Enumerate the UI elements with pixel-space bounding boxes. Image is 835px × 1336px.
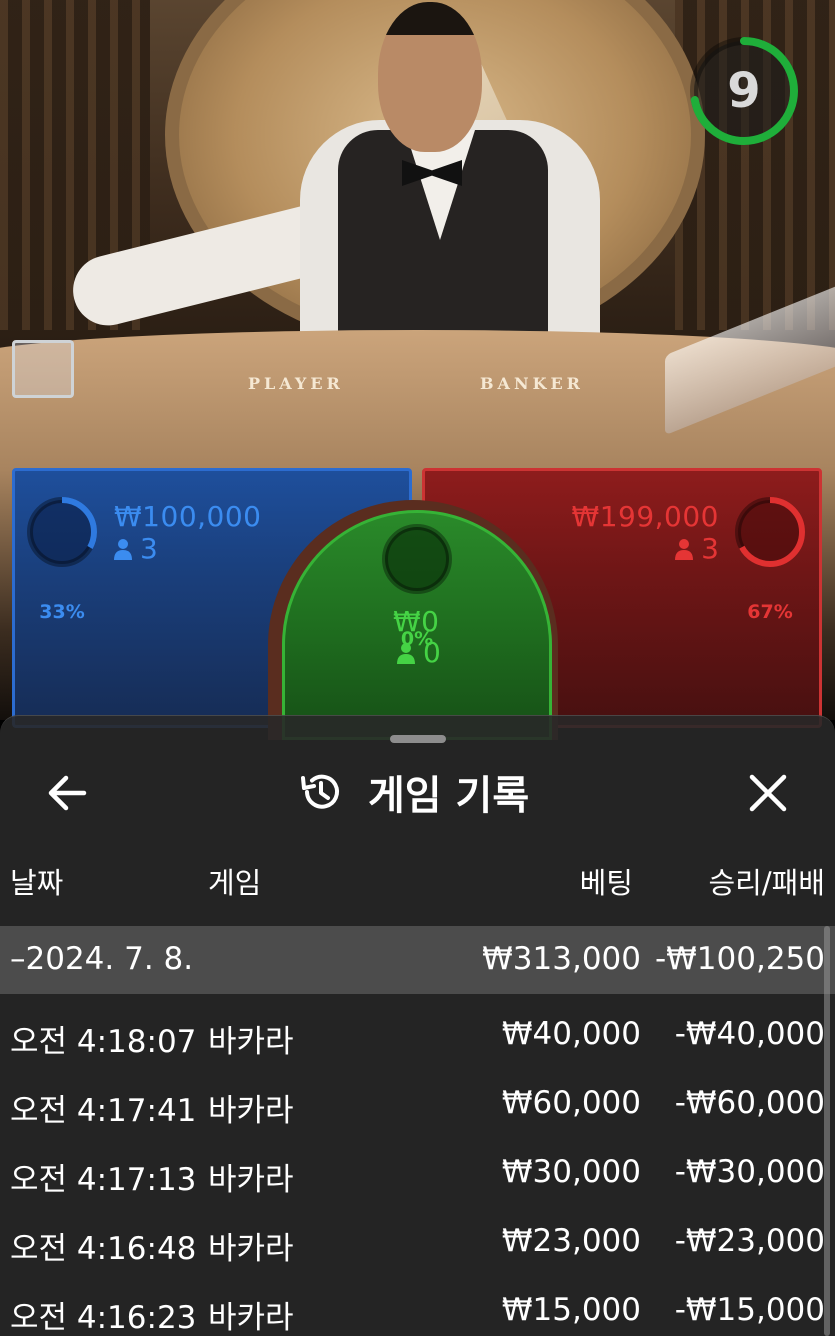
- date-group-win-loss-total: -₩100,250: [654, 941, 825, 977]
- banker-bet-amount: ₩199,000: [571, 500, 719, 533]
- row-game: 바카라: [208, 1300, 294, 1336]
- banker-bettor-count: 3: [675, 532, 719, 565]
- row-time: 오전 4:16:48: [10, 1231, 197, 1267]
- column-header-date: 날짜: [10, 866, 64, 900]
- row-time: 오전 4:17:41: [10, 1093, 197, 1129]
- banker-ring-icon: [735, 497, 805, 567]
- tie-percent-ring: 0%: [379, 521, 455, 650]
- row-win-loss: -₩60,000: [674, 1085, 825, 1121]
- dealer-head: [378, 2, 482, 152]
- history-row[interactable]: 오전 4:17:13 바카라 ₩30,000 -₩30,000: [0, 1138, 835, 1207]
- date-group-bet-total: ₩313,000: [482, 941, 641, 977]
- row-bet: ₩15,000: [501, 1292, 641, 1328]
- tie-bet-amount: ₩0: [393, 605, 440, 638]
- player-count-value: 3: [140, 532, 158, 565]
- person-icon: [114, 539, 132, 560]
- player-percent-ring: 33%: [24, 494, 100, 623]
- history-row[interactable]: 오전 4:18:07 바카라 ₩40,000 -₩40,000: [0, 1000, 835, 1069]
- row-time: 오전 4:17:13: [10, 1162, 197, 1198]
- history-icon: [301, 774, 339, 809]
- player-bet-amount: ₩100,000: [114, 500, 262, 533]
- history-row[interactable]: 오전 4:16:48 바카라 ₩23,000 -₩23,000: [0, 1207, 835, 1276]
- row-win-loss: -₩40,000: [674, 1016, 825, 1052]
- row-bet: ₩30,000: [501, 1154, 641, 1190]
- date-group-date: –2024. 7. 8.: [10, 941, 194, 977]
- history-row[interactable]: 오전 4:17:41 바카라 ₩60,000 -₩60,000: [0, 1069, 835, 1138]
- row-time: 오전 4:16:23: [10, 1300, 197, 1336]
- column-header-win-loss: 승리/패배: [708, 866, 826, 900]
- history-row[interactable]: 오전 4:16:23 바카라 ₩15,000 -₩15,000: [0, 1276, 835, 1336]
- countdown-timer: 9: [688, 35, 800, 147]
- sheet-title: 게임 기록: [368, 773, 530, 819]
- card-holder-left: [12, 340, 74, 398]
- arrow-left-icon: [48, 775, 87, 811]
- player-percent: 33%: [39, 601, 85, 623]
- timer-value: 9: [727, 63, 761, 119]
- row-bet: ₩23,000: [501, 1223, 641, 1259]
- table-player-label: PLAYER: [248, 374, 344, 393]
- tie-ring-icon: [382, 524, 452, 594]
- back-button[interactable]: [40, 765, 96, 821]
- row-bet: ₩40,000: [501, 1016, 641, 1052]
- row-win-loss: -₩23,000: [674, 1223, 825, 1259]
- column-header-game: 게임: [208, 866, 262, 900]
- person-icon: [397, 643, 415, 664]
- player-bettor-count: 3: [114, 532, 158, 565]
- column-header-bet: 베팅: [579, 866, 633, 900]
- row-game: 바카라: [208, 1093, 294, 1129]
- history-list: 오전 4:18:07 바카라 ₩40,000 -₩40,000 오전 4:17:…: [0, 1000, 835, 1336]
- table-banker-label: BANKER: [480, 374, 584, 393]
- close-icon: [749, 774, 787, 812]
- tie-bettor-count: 0: [397, 636, 441, 669]
- banker-percent-ring: 67%: [732, 494, 808, 623]
- row-win-loss: -₩15,000: [674, 1292, 825, 1328]
- banker-count-value: 3: [701, 532, 719, 565]
- banker-percent: 67%: [747, 601, 793, 623]
- player-ring-icon: [27, 497, 97, 567]
- row-bet: ₩60,000: [501, 1085, 641, 1121]
- row-game: 바카라: [208, 1024, 294, 1060]
- close-button[interactable]: [740, 765, 796, 821]
- row-game: 바카라: [208, 1162, 294, 1198]
- sheet-drag-handle[interactable]: [390, 735, 446, 743]
- person-icon: [675, 539, 694, 560]
- history-scrollbar[interactable]: [824, 926, 830, 1336]
- row-game: 바카라: [208, 1231, 294, 1267]
- tie-count-value: 0: [423, 636, 441, 669]
- row-time: 오전 4:18:07: [10, 1024, 197, 1060]
- sheet-header: 게임 기록: [298, 760, 529, 824]
- row-win-loss: -₩30,000: [674, 1154, 825, 1190]
